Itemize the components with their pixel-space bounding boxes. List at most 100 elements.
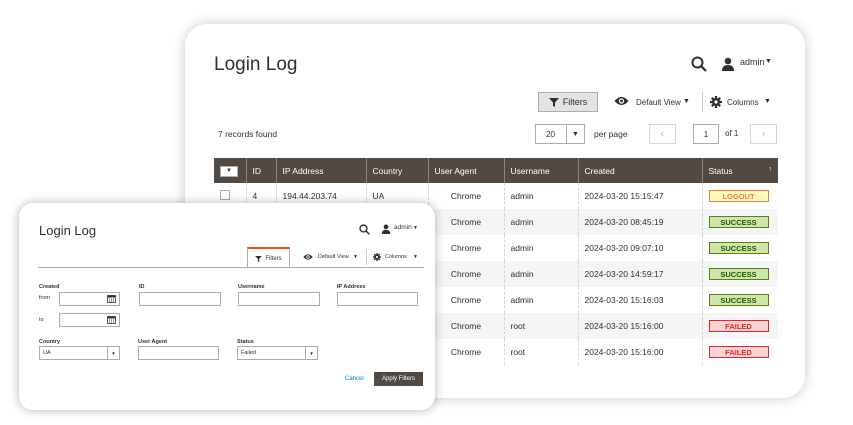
chevron-down-icon[interactable]: ▼ [765,58,772,65]
table-header-row: ▼ ID IP Address Country User Agent Usern… [214,158,778,183]
columns-dropdown[interactable]: Columns [385,254,407,260]
column-header-country[interactable]: Country [366,158,429,183]
ip-address-input[interactable] [337,292,418,306]
user-icon[interactable] [721,57,735,71]
filters-tab-label: Filters [265,255,282,262]
username-label: Username [238,284,265,290]
cell-username: admin [504,235,579,261]
cell-status: FAILED [702,339,778,365]
status-badge: FAILED [708,346,769,358]
default-view-dropdown[interactable]: Default View [636,98,681,107]
id-input[interactable] [139,292,221,306]
default-view-dropdown[interactable]: Default View [318,254,349,260]
cell-created: 2024-03-20 15:16:00 [578,313,703,339]
country-select-value: UA [43,350,51,356]
funnel-icon [548,97,559,107]
cell-created: 2024-03-20 14:59:17 [578,261,703,287]
cell-user-agent: Chrome [428,261,505,287]
status-label: Status [237,339,254,345]
calendar-icon[interactable] [107,295,116,303]
row-checkbox[interactable] [220,190,230,200]
created-label: Created [39,284,60,290]
admin-menu-label[interactable]: admin [394,224,412,231]
user-icon[interactable] [381,224,391,234]
apply-filters-button[interactable]: Apply Filters [374,372,423,386]
user-agent-input[interactable] [138,346,219,360]
ip-address-label: IP Address [337,284,366,290]
sort-arrow-icon: ↑ [768,165,773,173]
previous-page-button[interactable]: ‹ [649,124,676,144]
cell-user-agent: Chrome [428,183,505,209]
filters-tab[interactable]: Filters [247,247,290,268]
next-page-button[interactable]: › [750,124,777,144]
cell-status: SUCCESS [702,209,778,235]
column-header-status[interactable]: Status ↑ [702,158,778,183]
filters-panel-card: Login Log admin ▼ Filters Default View ▼… [19,203,435,410]
mass-select-checkbox[interactable]: ▼ [220,165,238,177]
cell-created: 2024-03-20 15:16:00 [578,339,703,365]
status-select-value: Failed [241,350,256,356]
page-title: Login Log [214,54,298,75]
chevron-down-icon[interactable]: ▼ [764,98,771,105]
chevron-left-icon: ‹ [660,128,665,140]
search-icon[interactable] [359,224,370,235]
per-page-select[interactable]: 20 ▼ [535,124,585,144]
column-header-ip[interactable]: IP Address [276,158,367,183]
cell-created: 2024-03-20 15:15:47 [578,183,703,209]
from-label: from [39,295,50,301]
status-select[interactable]: Failed ▼ [237,346,318,360]
records-count: 7 records found [218,129,278,139]
toolbar-divider [366,249,367,265]
chevron-down-icon[interactable]: ▼ [683,98,690,105]
calendar-icon[interactable] [107,316,116,324]
chevron-right-icon: › [761,128,766,140]
country-select[interactable]: UA ▼ [39,346,120,360]
to-label: to [39,317,44,323]
status-badge: SUCCESS [708,242,769,254]
cell-username: admin [504,183,579,209]
cancel-button[interactable]: Cancel [345,376,364,382]
chevron-down-icon[interactable]: ▼ [413,254,418,260]
id-label: ID [139,284,145,290]
username-input[interactable] [238,292,320,306]
status-badge: SUCCESS [708,294,769,306]
admin-menu-label[interactable]: admin [740,57,765,67]
chevron-down-icon[interactable]: ▼ [566,125,584,143]
column-header-id[interactable]: ID [246,158,277,183]
cell-username: admin [504,261,579,287]
column-header-user-agent[interactable]: User Agent [428,158,505,183]
cell-username: admin [504,287,579,313]
chevron-down-icon[interactable]: ▼ [305,347,317,359]
columns-dropdown[interactable]: Columns [727,98,759,107]
cell-username: admin [504,209,579,235]
cell-user-agent: Chrome [428,235,505,261]
cell-user-agent: Chrome [428,339,505,365]
cell-status: LOGOUT [702,183,778,209]
cell-status: SUCCESS [702,261,778,287]
country-label: Country [39,339,61,345]
column-header-created[interactable]: Created [578,158,703,183]
cell-status: SUCCESS [702,287,778,313]
status-badge: SUCCESS [708,216,769,228]
cell-status: SUCCESS [702,235,778,261]
cell-user-agent: Chrome [428,287,505,313]
page-number-input[interactable]: 1 [693,124,719,144]
per-page-value: 20 [546,130,555,139]
filters-panel-title: Login Log [39,223,97,238]
search-icon[interactable] [691,56,707,72]
chevron-down-icon[interactable]: ▼ [107,347,119,359]
filters-button[interactable]: Filters [538,92,598,112]
cell-created: 2024-03-20 15:16:03 [578,287,703,313]
gear-icon [373,253,381,261]
mass-select-header[interactable]: ▼ [214,158,247,183]
cell-username: root [504,313,579,339]
chevron-down-icon[interactable]: ▼ [353,254,358,260]
filters-divider [38,267,424,268]
cell-username: root [504,339,579,365]
column-header-username[interactable]: Username [504,158,579,183]
chevron-down-icon[interactable]: ▼ [413,225,418,231]
toolbar-divider [702,92,703,112]
cell-created: 2024-03-20 08:45:19 [578,209,703,235]
column-header-status-label: Status [708,165,733,176]
page-total: of 1 [725,129,739,138]
